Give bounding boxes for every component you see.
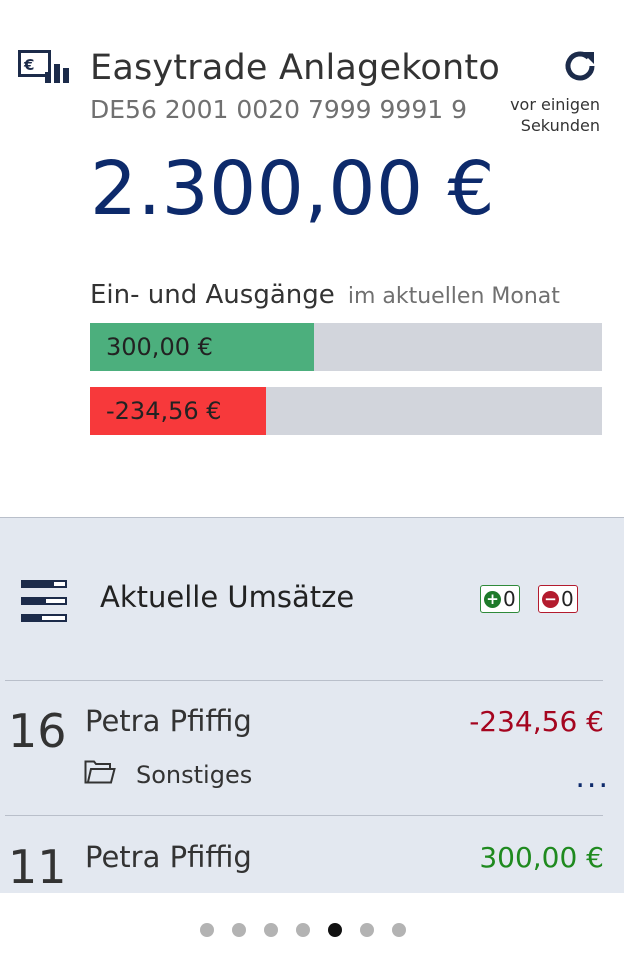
flows-title: Ein- und Ausgänge xyxy=(90,280,335,310)
page-dot[interactable] xyxy=(360,923,374,937)
page-dot[interactable] xyxy=(232,923,246,937)
transaction-name: Petra Pfiffig xyxy=(85,704,252,738)
plus-icon: + xyxy=(484,590,501,608)
page-dot[interactable] xyxy=(392,923,406,937)
account-summary: € Easytrade Anlagekonto DE56 2001 0020 7… xyxy=(0,0,624,517)
svg-text:€: € xyxy=(23,56,34,74)
account-title: Easytrade Anlagekonto xyxy=(90,48,500,88)
euro-chart-icon: € xyxy=(18,50,69,83)
page-dot[interactable] xyxy=(200,923,214,937)
page-indicator xyxy=(0,893,624,967)
folder-icon xyxy=(84,760,116,784)
transaction-category: Sonstiges xyxy=(136,761,253,789)
account-iban: DE56 2001 0020 7999 9991 9 xyxy=(90,95,467,124)
page-dot-active[interactable] xyxy=(328,923,342,937)
refresh-icon[interactable] xyxy=(560,46,600,86)
transaction-day: 11 xyxy=(8,840,67,894)
transactions-list-icon xyxy=(21,580,67,622)
income-bar: 300,00 € xyxy=(90,323,602,371)
transactions-title[interactable]: Aktuelle Umsätze xyxy=(100,580,354,614)
expense-bar: -234,56 € xyxy=(90,387,602,435)
account-balance: 2.300,00 € xyxy=(90,146,496,232)
expense-amount: -234,56 € xyxy=(106,397,222,425)
transaction-day: 16 xyxy=(8,704,67,758)
income-amount: 300,00 € xyxy=(106,333,213,361)
page-dots xyxy=(200,923,406,937)
more-options-button[interactable]: ... xyxy=(575,763,610,793)
transaction-amount: 300,00 € xyxy=(479,841,604,874)
transaction-amount: -234,56 € xyxy=(469,705,604,738)
income-count: 0 xyxy=(503,587,516,611)
page-dot[interactable] xyxy=(296,923,310,937)
income-count-badge[interactable]: + 0 xyxy=(480,585,520,613)
flows-subtitle: im aktuellen Monat xyxy=(347,284,560,309)
refresh-time-label: vor einigen Sekunden xyxy=(460,94,600,136)
transactions-panel: Aktuelle Umsätze + 0 − 0 16 Petra Pfiffi… xyxy=(0,517,624,894)
expense-count-badge[interactable]: − 0 xyxy=(538,585,578,613)
refresh-time-line: vor einigen xyxy=(510,95,600,114)
divider xyxy=(5,815,603,816)
divider xyxy=(5,680,603,681)
flows-heading: Ein- und Ausgänge im aktuellen Monat xyxy=(90,280,560,310)
minus-icon: − xyxy=(542,590,559,608)
expense-count: 0 xyxy=(561,587,574,611)
transaction-name: Petra Pfiffig xyxy=(85,840,252,874)
refresh-time-line: Sekunden xyxy=(520,116,600,135)
page-dot[interactable] xyxy=(264,923,278,937)
